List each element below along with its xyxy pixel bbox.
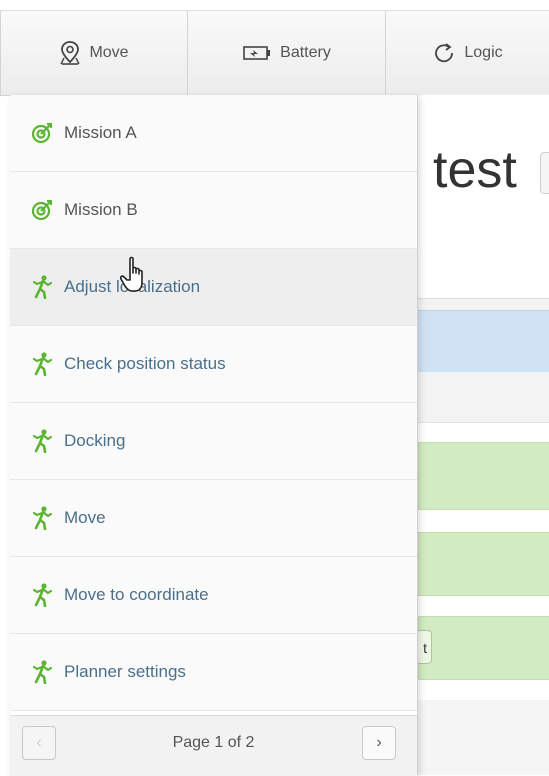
battery-tab-button[interactable]: Battery	[188, 11, 386, 95]
target-icon	[30, 121, 54, 145]
menu-item-label: Move	[64, 508, 106, 527]
map-pin-icon	[59, 40, 81, 66]
move-tab-button[interactable]: Move	[0, 11, 188, 95]
menu-item-mission-b[interactable]: Mission B	[10, 172, 417, 249]
menu-item-label: Docking	[64, 431, 126, 450]
menu-item-move-to-coordinate[interactable]: Move to coordinate	[10, 557, 417, 634]
menu-item-docking[interactable]: Docking	[10, 403, 417, 480]
hand-pointer-cursor-icon	[118, 255, 154, 297]
selected-row[interactable]	[418, 310, 549, 373]
page-indicator: Page 1 of 2	[172, 734, 255, 751]
title-edit-box[interactable]	[540, 152, 549, 194]
menu-item-label: Mission B	[64, 200, 138, 219]
logic-tab-button[interactable]: Logic	[386, 11, 549, 95]
logic-tab-label: Logic	[464, 44, 503, 61]
target-icon	[30, 198, 54, 222]
walking-person-icon	[30, 660, 54, 684]
mission-step-row[interactable]	[418, 616, 549, 680]
walking-person-icon	[30, 583, 54, 607]
top-toolbar: Move Battery Logic	[0, 10, 549, 96]
walking-person-icon	[30, 429, 54, 453]
walking-person-icon	[30, 506, 54, 530]
menu-item-label: Move to coordinate	[64, 585, 209, 604]
menu-item-move[interactable]: Move	[10, 480, 417, 557]
mission-step-row[interactable]	[418, 442, 549, 510]
chevron-right-icon: ›	[376, 734, 382, 751]
dropdown-pager: ‹ Page 1 of 2 ›	[10, 715, 417, 776]
menu-item-label: Check position status	[64, 354, 226, 373]
table-row[interactable]	[418, 372, 549, 423]
battery-icon	[242, 45, 272, 61]
menu-item-adjust-localization[interactable]: Adjust localization	[10, 249, 417, 326]
mission-step-row[interactable]	[418, 532, 549, 596]
menu-item-label: Planner settings	[64, 662, 186, 681]
battery-tab-label: Battery	[280, 44, 331, 61]
move-tab-label: Move	[89, 44, 129, 61]
move-dropdown-menu: Mission A Mission B Adjust localization	[10, 95, 418, 776]
walking-person-icon	[30, 275, 54, 299]
menu-item-label: Mission A	[64, 123, 137, 142]
loop-arrow-icon	[432, 41, 456, 65]
footer-area	[418, 700, 549, 775]
menu-item-mission-a[interactable]: Mission A	[10, 95, 417, 172]
page-title: test	[433, 141, 517, 199]
menu-item-planner-settings[interactable]: Planner settings	[10, 634, 417, 711]
menu-item-check-position-status[interactable]: Check position status	[10, 326, 417, 403]
walking-person-icon	[30, 352, 54, 376]
next-page-button[interactable]: ›	[362, 726, 396, 760]
